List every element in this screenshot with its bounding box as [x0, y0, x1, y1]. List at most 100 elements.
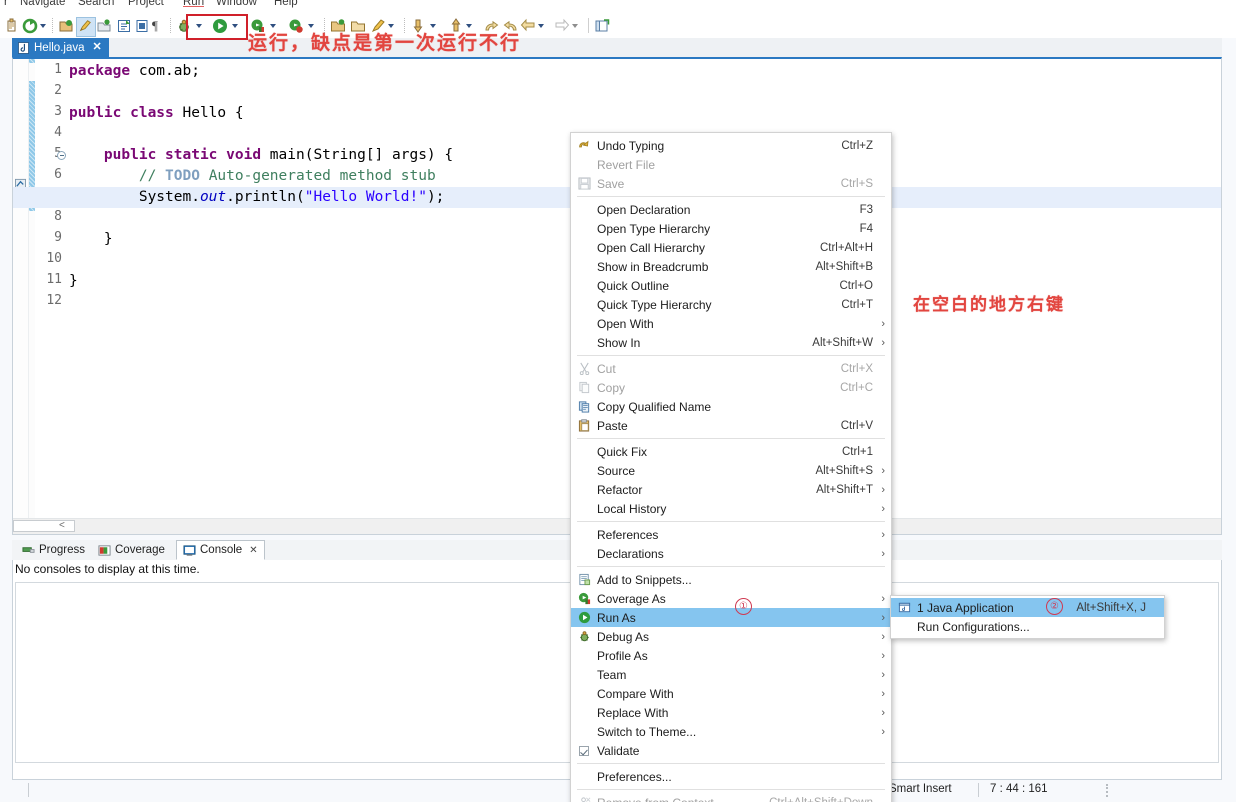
menu-item-accelerator: Ctrl+Alt+Shift+Down	[757, 797, 873, 802]
status-divider	[28, 783, 29, 797]
previous-edit-icon[interactable]	[520, 17, 536, 35]
menu-item-local-history[interactable]: Local History ›	[571, 499, 891, 518]
previous-edit-dropdown-caret[interactable]	[538, 17, 544, 35]
menu-item-replace-with[interactable]: Replace With ›	[571, 703, 891, 722]
menu-item-validate[interactable]: Validate	[571, 741, 891, 760]
open-perspective-icon[interactable]	[594, 17, 610, 35]
close-icon[interactable]: ✕	[249, 545, 257, 556]
menu-item-run-as[interactable]: Run As ›	[571, 608, 891, 627]
line-number: 2	[54, 83, 62, 98]
editor-annotation-marker[interactable]	[15, 176, 26, 189]
menu-item-accelerator: Ctrl+V	[840, 419, 873, 432]
open-task-icon[interactable]	[116, 17, 132, 35]
menu-item-add-to-snippets[interactable]: Add to Snippets...	[571, 570, 891, 589]
toggle-markoccurrences-icon[interactable]	[76, 17, 96, 37]
editor-context-menu[interactable]: Undo Typing Ctrl+Z Revert File Save Ctrl…	[570, 132, 892, 802]
menu-item-debug-as[interactable]: Debug As ›	[571, 627, 891, 646]
fold-collapse-icon[interactable]	[57, 151, 66, 160]
menu-item-accelerator: Alt+Shift+S	[815, 464, 873, 477]
editor-tab-hello-java[interactable]: Hello.java ✕	[12, 38, 109, 57]
menu-item-copy-qualified-name[interactable]: Copy Qualified Name	[571, 397, 891, 416]
menu-item-profile-as[interactable]: Profile As ›	[571, 646, 891, 665]
close-icon[interactable]: ✕	[93, 42, 102, 53]
menu-item-team[interactable]: Team ›	[571, 665, 891, 684]
menu-item-coverage-as[interactable]: Coverage As ›	[571, 589, 891, 608]
menu-item-r[interactable]: r	[4, 0, 8, 8]
next-edit-dropdown-caret[interactable]	[572, 17, 578, 35]
menu-item-show-in[interactable]: Show In Alt+Shift+W ›	[571, 333, 891, 352]
menu-item-source[interactable]: Source Alt+Shift+S ›	[571, 461, 891, 480]
java-app-icon	[891, 600, 917, 616]
menu-item-label: Copy	[597, 380, 626, 395]
menu-item-open-with[interactable]: Open With ›	[571, 314, 891, 333]
next-edit-icon[interactable]	[554, 17, 570, 35]
run-as-submenu[interactable]: 1 Java Application Alt+Shift+X, J Run Co…	[890, 595, 1165, 639]
line-number: 3	[54, 104, 62, 119]
menu-item-open-call-hierarchy[interactable]: Open Call Hierarchy Ctrl+Alt+H	[571, 238, 891, 257]
menu-item-open-declaration[interactable]: Open Declaration F3	[571, 200, 891, 219]
toolbar-separator	[52, 18, 54, 33]
submenu-arrow-icon: ›	[881, 502, 885, 515]
submenu-arrow-icon: ›	[881, 668, 885, 681]
menu-item-quick-outline[interactable]: Quick Outline Ctrl+O	[571, 276, 891, 295]
new-wizard-icon[interactable]	[4, 17, 20, 35]
copy-qualified-icon	[571, 399, 597, 415]
menu-item-project[interactable]: Project	[128, 0, 164, 8]
menu-item-references[interactable]: References ›	[571, 525, 891, 544]
submenu-arrow-icon: ›	[881, 336, 885, 349]
submenu-item-java-application[interactable]: 1 Java Application Alt+Shift+X, J	[891, 598, 1164, 617]
menu-item-navigate[interactable]: Navigate	[20, 0, 65, 8]
submenu-item-run-configurations[interactable]: Run Configurations...	[891, 617, 1164, 636]
menu-item-paste[interactable]: Paste Ctrl+V	[571, 416, 891, 435]
menu-item-declarations[interactable]: Declarations ›	[571, 544, 891, 563]
menu-item-run[interactable]: Run	[183, 0, 205, 8]
menu-separator	[577, 566, 885, 567]
toolbar-divider	[588, 18, 589, 33]
menu-item-help[interactable]: Help	[274, 0, 298, 8]
checkbox-icon[interactable]	[571, 743, 597, 759]
menu-item-compare-with[interactable]: Compare With ›	[571, 684, 891, 703]
annotation-run-note: 运行，缺点是第一次运行不行	[248, 32, 522, 54]
menu-item-window[interactable]: Window	[216, 0, 257, 8]
editor-marker-bar[interactable]	[13, 59, 29, 518]
menu-item-label: Open Declaration	[597, 202, 691, 217]
menu-item-accelerator: Alt+Shift+B	[815, 260, 873, 273]
pilcrow-icon[interactable]: ¶	[152, 17, 168, 35]
menu-item-label: Switch to Theme...	[597, 724, 697, 739]
scrollbar-thumb[interactable]	[13, 520, 75, 532]
save-icon	[571, 176, 597, 192]
menu-item-accelerator: F4	[859, 222, 873, 235]
debug-as-icon	[571, 629, 597, 645]
menu-item-refactor[interactable]: Refactor Alt+Shift+T ›	[571, 480, 891, 499]
refresh-dropdown-caret[interactable]	[40, 17, 46, 35]
menu-item-label: Validate	[597, 743, 640, 758]
refresh-icon[interactable]	[22, 17, 38, 35]
menu-item-label: Show In	[597, 335, 641, 350]
skip-breakpoints-icon[interactable]	[96, 17, 112, 35]
paste-icon	[571, 418, 597, 434]
copy-icon	[571, 380, 597, 396]
menu-separator	[577, 438, 885, 439]
tab-console[interactable]: Console ✕	[176, 540, 265, 560]
scroll-left-icon[interactable]: <	[59, 519, 65, 533]
tab-progress[interactable]: Progress	[16, 540, 91, 560]
menu-item-search[interactable]: Search	[78, 0, 114, 8]
tab-coverage[interactable]: Coverage	[92, 540, 171, 560]
open-type-icon[interactable]	[134, 17, 150, 35]
new-java-package-icon[interactable]	[58, 17, 74, 35]
menu-item-label: Open Call Hierarchy	[597, 240, 706, 255]
menu-item-preferences[interactable]: Preferences...	[571, 767, 891, 786]
menu-item-quick-fix[interactable]: Quick Fix Ctrl+1	[571, 442, 891, 461]
menu-item-show-in-breadcrumb[interactable]: Show in Breadcrumb Alt+Shift+B	[571, 257, 891, 276]
undo-icon	[571, 138, 597, 154]
menu-item-quick-type-hierarchy[interactable]: Quick Type Hierarchy Ctrl+T	[571, 295, 891, 314]
submenu-arrow-icon: ›	[881, 706, 885, 719]
menu-item-accelerator: Ctrl+T	[841, 298, 873, 311]
menu-item-label: Run As	[597, 610, 636, 625]
menu-item-undo-typing[interactable]: Undo Typing Ctrl+Z	[571, 136, 891, 155]
submenu-item-label: Run Configurations...	[917, 619, 1030, 634]
menu-item-switch-to-theme[interactable]: Switch to Theme... ›	[571, 722, 891, 741]
status-resize-handle[interactable]	[1106, 784, 1110, 797]
menu-item-remove-from-context: Remove from Context Ctrl+Alt+Shift+Down	[571, 793, 891, 802]
menu-item-open-type-hierarchy[interactable]: Open Type Hierarchy F4	[571, 219, 891, 238]
